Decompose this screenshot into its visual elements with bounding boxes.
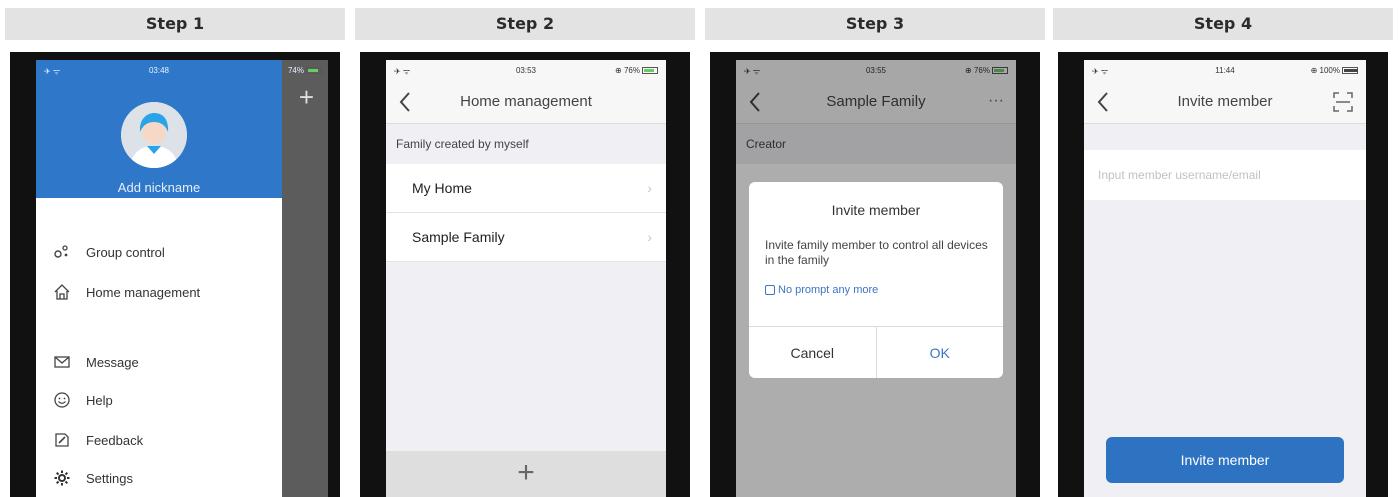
profile-header: ✈ ᯤ 03:48 Add nickname xyxy=(36,60,282,198)
add-icon[interactable]: + xyxy=(299,84,314,110)
dialog-buttons: Cancel OK xyxy=(749,326,1003,378)
dialog-title: Invite member xyxy=(831,202,921,218)
step-2-screen: ✈ ᯤ 03:53 ⊕ 76% Home management Family c… xyxy=(386,60,666,497)
family-item-my-home[interactable]: My Home › xyxy=(386,164,666,213)
nav-bar: Invite member xyxy=(1084,80,1366,124)
family-item-sample-family[interactable]: Sample Family › xyxy=(386,213,666,262)
family-list: My Home › Sample Family › xyxy=(386,164,666,262)
status-time: 03:48 xyxy=(148,66,170,75)
status-time: 03:53 xyxy=(515,66,537,75)
battery-percent: 100% xyxy=(1319,66,1340,75)
menu-label-group-control: Group control xyxy=(86,244,165,260)
checkbox-icon[interactable] xyxy=(765,285,775,295)
menu-item-settings[interactable]: Settings xyxy=(52,466,133,490)
avatar-icon xyxy=(121,102,187,168)
no-prompt-checkbox[interactable]: No prompt any more xyxy=(765,284,878,296)
step-2-header: Step 2 xyxy=(355,8,695,40)
battery-icon xyxy=(642,67,658,74)
battery-icon xyxy=(1342,67,1358,74)
drawer-backdrop[interactable] xyxy=(280,60,328,497)
step-4-frame: ✈ ᯤ 11:44 ⊕ 100% Invite member Input mem… xyxy=(1058,52,1388,497)
menu-item-feedback[interactable]: Feedback xyxy=(52,428,143,452)
menu-label-feedback: Feedback xyxy=(86,432,144,448)
section-header: Family created by myself xyxy=(396,137,529,151)
menu-item-message[interactable]: Message xyxy=(52,350,139,374)
status-battery: ⊕ 100% xyxy=(1311,66,1358,75)
menu-item-home-management[interactable]: Home management xyxy=(52,280,200,304)
page-title: Home management xyxy=(460,93,592,110)
battery-percent: 76% xyxy=(623,66,640,75)
battery-percent: 74% xyxy=(287,66,304,75)
menu-label-settings: Settings xyxy=(86,470,133,486)
add-nickname-link[interactable]: Add nickname xyxy=(36,180,282,195)
step-1-frame: + ✈ ᯤ 03:48 Add nickname Group control H… xyxy=(10,52,340,497)
status-bar: ✈ ᯤ 11:44 ⊕ 100% xyxy=(1084,60,1366,80)
step-2-frame: ✈ ᯤ 03:53 ⊕ 76% Home management Family c… xyxy=(360,52,690,497)
family-name: My Home xyxy=(412,180,472,196)
group-control-icon xyxy=(52,242,72,262)
cancel-button[interactable]: Cancel xyxy=(749,327,877,378)
invite-member-button[interactable]: Invite member xyxy=(1106,437,1344,483)
menu-label-message: Message xyxy=(86,354,139,370)
battery-icon xyxy=(306,67,322,74)
airplane-wifi-icon: ✈ ᯤ xyxy=(394,67,411,76)
status-bar: ✈ ᯤ 03:53 ⊕ 76% xyxy=(386,60,666,80)
envelope-icon xyxy=(52,352,72,372)
dialog-message: Invite family member to control all devi… xyxy=(765,238,988,267)
edit-icon xyxy=(52,430,72,450)
home-icon xyxy=(52,282,72,302)
menu-item-help[interactable]: Help xyxy=(52,388,113,412)
avatar[interactable] xyxy=(121,102,187,168)
airplane-wifi-icon: ✈ ᯤ xyxy=(44,67,61,76)
airplane-wifi-icon: ✈ ᯤ xyxy=(1092,67,1109,76)
step-4-header: Step 4 xyxy=(1053,8,1393,40)
ok-button[interactable]: OK xyxy=(877,327,1004,378)
page-title: Invite member xyxy=(1177,93,1273,110)
side-drawer: ✈ ᯤ 03:48 Add nickname Group control Hom… xyxy=(36,60,282,497)
add-icon[interactable]: + xyxy=(517,456,535,489)
gear-icon xyxy=(52,468,72,488)
smiley-icon xyxy=(52,390,72,410)
step-3-screen: ✈ ᯤ 03:55 ⊕ 76% Sample Family ··· Creato… xyxy=(736,60,1016,497)
add-family-bar[interactable]: + xyxy=(386,451,666,497)
chevron-right-icon: › xyxy=(647,229,652,245)
invite-dialog: Invite member Invite family member to co… xyxy=(749,182,1003,378)
status-battery: ⊕ 76% xyxy=(615,66,658,75)
status-bar: ✈ ᯤ 03:48 xyxy=(36,60,282,80)
menu-label-home-management: Home management xyxy=(86,284,201,300)
family-name: Sample Family xyxy=(412,229,505,245)
step-1-screen: + ✈ ᯤ 03:48 Add nickname Group control H… xyxy=(36,60,328,497)
step-3-header: Step 3 xyxy=(705,8,1045,40)
nav-bar: Home management xyxy=(386,80,666,124)
status-battery: 74% xyxy=(288,66,322,75)
member-username-input[interactable]: Input member username/email xyxy=(1084,150,1366,200)
step-3-frame: ✈ ᯤ 03:55 ⊕ 76% Sample Family ··· Creato… xyxy=(710,52,1040,497)
scan-icon[interactable] xyxy=(1332,91,1354,113)
chevron-right-icon: › xyxy=(647,180,652,196)
step-1-header: Step 1 xyxy=(5,8,345,40)
menu-item-group-control[interactable]: Group control xyxy=(52,240,165,264)
menu-label-help: Help xyxy=(86,392,113,408)
status-time: 11:44 xyxy=(1215,66,1235,75)
step-4-screen: ✈ ᯤ 11:44 ⊕ 100% Invite member Input mem… xyxy=(1084,60,1366,497)
checkbox-label: No prompt any more xyxy=(778,284,879,296)
